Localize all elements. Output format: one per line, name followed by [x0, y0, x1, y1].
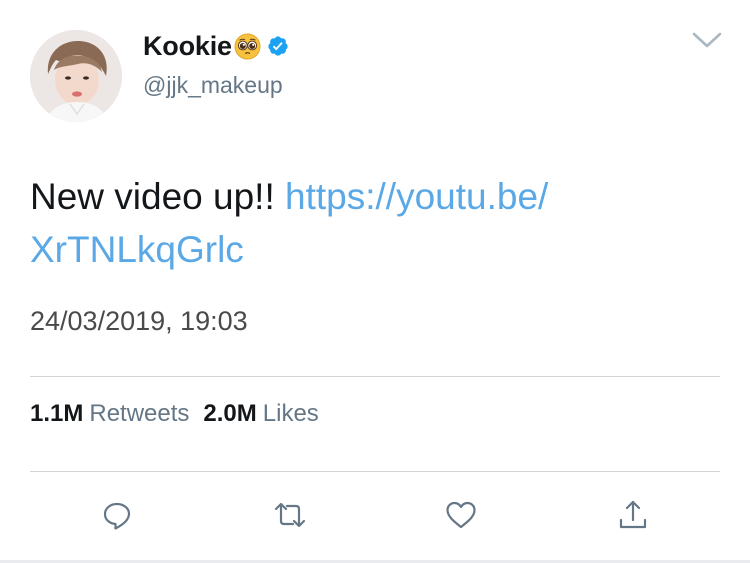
tweet-body-text: New video up!! [30, 176, 286, 217]
tweet-link-part-2[interactable]: XrTNLkqGrlc [30, 229, 244, 270]
retweet-button[interactable] [271, 498, 309, 536]
retweets-count[interactable]: 1.1M [30, 400, 83, 428]
reply-icon [101, 499, 133, 536]
tweet-link-part-1[interactable]: https://youtu.be/ [285, 176, 548, 217]
tweet-text: New video up!! https://youtu.be/XrTNLkqG… [30, 170, 710, 276]
display-name[interactable]: Kookie [143, 31, 232, 62]
author-name-row[interactable]: Kookie [143, 28, 289, 64]
author-handle[interactable]: @jjk_makeup [143, 72, 283, 99]
avatar[interactable] [30, 30, 122, 122]
tweet-timestamp[interactable]: 24/03/2019, 19:03 [30, 306, 248, 337]
share-button[interactable] [614, 498, 652, 536]
retweet-icon [271, 499, 309, 536]
likes-count[interactable]: 2.0M [203, 400, 256, 428]
tweet-detail: Kookie @jjk_makeup New video up!! https:… [0, 0, 750, 563]
like-button[interactable] [442, 498, 480, 536]
reply-button[interactable] [98, 498, 136, 536]
engagement-stats: 1.1M Retweets 2.0M Likes [30, 400, 333, 428]
heart-icon [444, 499, 478, 536]
chevron-down-icon[interactable] [690, 30, 724, 50]
pleading-face-emoji-icon [234, 33, 261, 60]
share-icon [616, 498, 650, 537]
divider [30, 471, 720, 472]
likes-label[interactable]: Likes [263, 400, 319, 428]
retweets-label[interactable]: Retweets [89, 400, 189, 428]
verified-badge-icon [267, 35, 289, 57]
divider [30, 376, 720, 377]
